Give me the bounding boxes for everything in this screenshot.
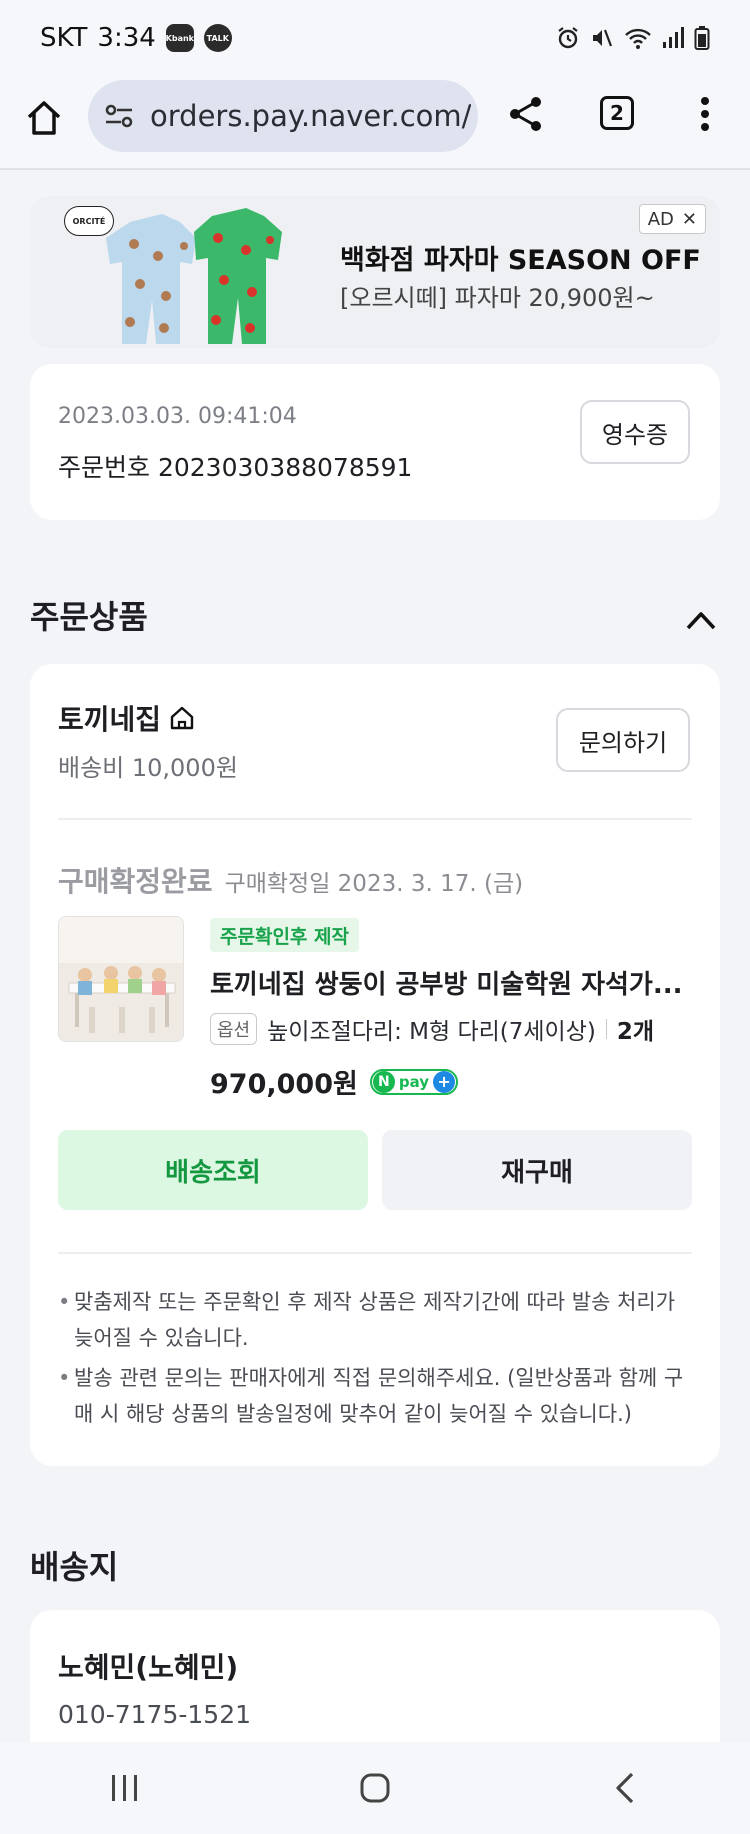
order-status-row: 구매확정완료 구매확정일 2023. 3. 17. (금) (58, 860, 523, 900)
share-icon[interactable] (506, 94, 546, 134)
shipping-section-title: 배송지 (30, 1548, 119, 1586)
option-separator (605, 1019, 607, 1039)
option-row: 옵션 높이조절다리: M형 다리(7세이상) 2개 (210, 1012, 654, 1046)
tabs-icon[interactable]: 2 (600, 96, 634, 130)
npay-label: pay (398, 1072, 430, 1091)
brand-logo: ORCITÉ (64, 206, 114, 236)
shipping-fee: 배송비 10,000원 (58, 754, 238, 782)
ad-label: AD (647, 208, 674, 230)
signal-icon (663, 27, 684, 48)
product-thumbnail[interactable] (58, 916, 184, 1042)
ad-title[interactable]: 백화점 파자마 SEASON OFF (340, 238, 701, 277)
confirm-date: 구매확정일 2023. 3. 17. (금) (224, 871, 524, 897)
plus-icon: + (433, 1070, 456, 1093)
quantity: 2개 (616, 1019, 655, 1045)
status-left: SKT 3:34 Kbank TALK (40, 23, 232, 53)
more-vert-icon[interactable] (690, 94, 720, 134)
close-icon[interactable]: ✕ (682, 209, 697, 230)
page: SKT 3:34 Kbank TALK orders.pay.naver.com… (0, 0, 750, 1834)
product-name[interactable]: 토끼네집 쌍둥이 공부방 미술학원 자석가... (210, 964, 690, 1001)
recents-icon[interactable] (108, 1773, 142, 1803)
address-bar[interactable]: orders.pay.naver.com/ (88, 80, 478, 152)
divider (58, 818, 692, 820)
ad-banner[interactable]: ORCITÉ 백화점 파자마 SEASON OFF [오르시떼] 파자마 20,… (30, 196, 720, 348)
price-row: 970,000원 N pay + (210, 1062, 459, 1101)
notice-item: 맞춤제작 또는 주문확인 후 제작 상품은 제작기간에 따라 발송 처리가 늦어… (58, 1284, 698, 1356)
products-section-title: 주문상품 (30, 598, 148, 636)
product-card: 토끼네집 배송비 10,000원 문의하기 구매확정완료 구매확정일 2023.… (30, 664, 720, 1466)
alarm-icon (558, 27, 578, 49)
home-nav-icon[interactable] (359, 1772, 391, 1804)
status-right (556, 25, 710, 51)
kbank-notification-icon: Kbank (166, 24, 194, 52)
back-button[interactable] (595, 1763, 655, 1813)
back-icon[interactable] (613, 1771, 637, 1805)
clock: 3:34 (97, 23, 156, 53)
kakaotalk-notification-icon: TALK (203, 24, 232, 52)
order-number: 주문번호 2023030388078591 (58, 453, 413, 482)
store-name-label[interactable]: 토끼네집 (58, 698, 161, 738)
notice-list: 맞춤제작 또는 주문확인 후 제작 상품은 제작기간에 따라 발송 처리가 늦어… (58, 1284, 698, 1436)
recents-button[interactable] (95, 1763, 155, 1813)
order-datetime: 2023.03.03. 09:41:04 (58, 404, 297, 429)
npay-n-icon: N (372, 1070, 395, 1093)
divider (58, 1252, 692, 1254)
notice-item: 발송 관련 문의는 판매자에게 직접 문의해주세요. (일반상품과 함께 구매 … (58, 1360, 698, 1432)
ad-tag: AD ✕ (638, 204, 706, 234)
battery-icon (694, 26, 710, 50)
made-to-order-tag: 주문확인후 제작 (210, 918, 359, 952)
product-image[interactable] (59, 917, 184, 1042)
recipient-phone: 010-7175-1521 (58, 1700, 252, 1729)
tune-icon[interactable] (102, 99, 136, 133)
pajama-product-image (106, 208, 282, 344)
option-text: 높이조절다리: M형 다리(7세이상) (267, 1019, 596, 1045)
product-price: 970,000원 (210, 1069, 358, 1100)
ad-subtitle[interactable]: [오르시떼] 파자마 20,900원~ (340, 278, 655, 313)
system-nav-bar (0, 1742, 750, 1834)
order-status: 구매확정완료 (58, 865, 213, 898)
home-icon[interactable] (24, 98, 64, 138)
status-bar: SKT 3:34 Kbank TALK (0, 0, 750, 76)
store-home-icon[interactable] (169, 705, 195, 731)
carrier: SKT (40, 23, 88, 53)
inquiry-button[interactable]: 문의하기 (556, 708, 690, 772)
recipient-name: 노혜민(노혜민) (58, 1651, 239, 1684)
npay-plus-badge: N pay + (369, 1068, 459, 1095)
track-delivery-button[interactable]: 배송조회 (58, 1130, 368, 1210)
receipt-button[interactable]: 영수증 (580, 400, 690, 464)
mute-icon (593, 29, 613, 47)
order-info-card: 2023.03.03. 09:41:04 주문번호 20230303880785… (30, 364, 720, 520)
store-name[interactable]: 토끼네집 (58, 698, 195, 738)
browser-toolbar: orders.pay.naver.com/ 2 (0, 76, 750, 170)
rebuy-button[interactable]: 재구매 (382, 1130, 692, 1210)
option-badge: 옵션 (210, 1013, 258, 1045)
wifi-icon (625, 28, 651, 49)
chevron-up-icon[interactable] (684, 608, 718, 632)
url-text[interactable]: orders.pay.naver.com/ (150, 99, 471, 133)
home-nav-button[interactable] (345, 1763, 405, 1813)
